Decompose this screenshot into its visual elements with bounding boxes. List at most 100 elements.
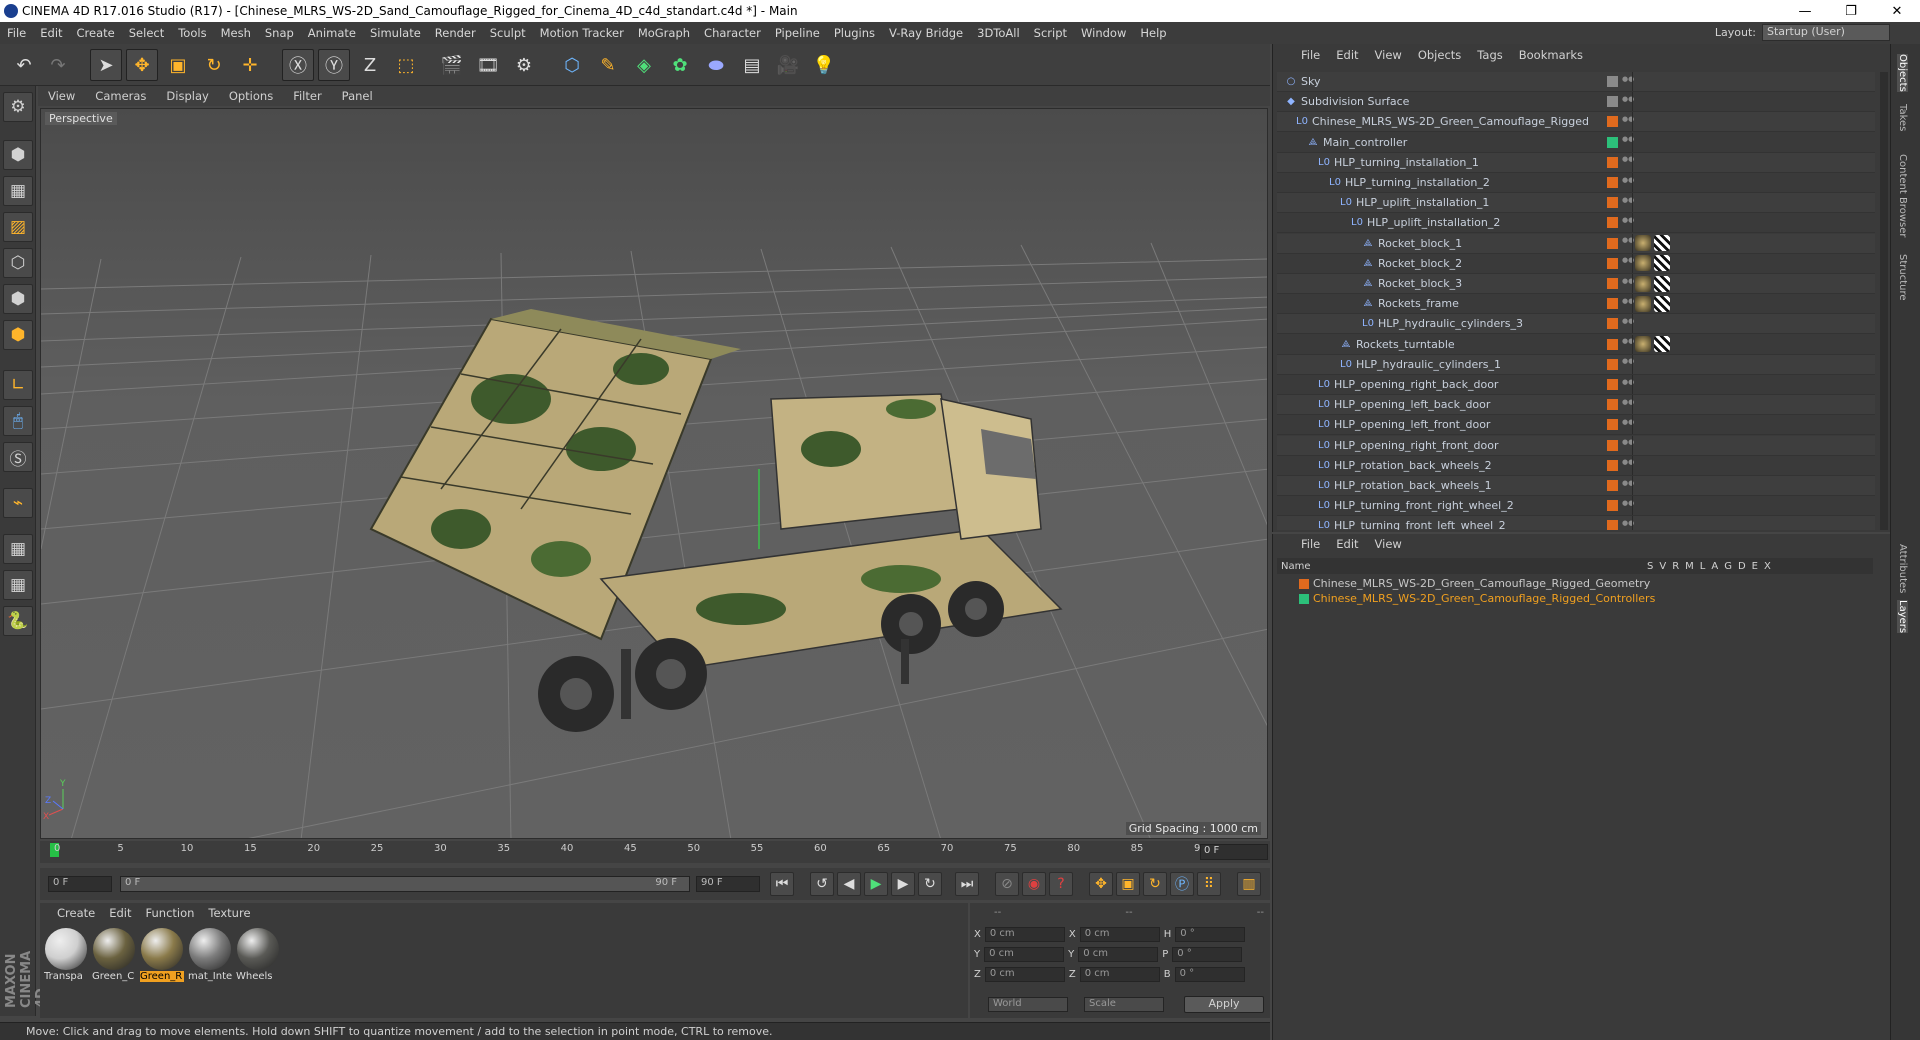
key-point-level-icon[interactable]: ⠿ [1197,872,1221,896]
pen-spline-icon[interactable]: ✎ [592,49,624,81]
timeline-window-icon[interactable]: ▥ [1237,872,1261,896]
layer-column-header[interactable]: V [1659,561,1666,572]
coordinate-system-dropdown[interactable]: World [988,997,1068,1012]
object-row[interactable]: L0 HLP_turning_front_right_wheel_2 ●● [1277,496,1875,517]
visibility-dots[interactable]: ●● [1622,459,1634,471]
material-swatch[interactable]: mat_Inte [188,927,232,985]
layer-color-swatch[interactable] [1299,593,1309,604]
layer-menu-view[interactable]: View [1367,537,1410,551]
layer-color-swatch[interactable] [1607,197,1618,209]
visibility-dots[interactable]: ●● [1622,358,1634,370]
menu-sculpt[interactable]: Sculpt [483,26,533,40]
menu-tools[interactable]: Tools [171,26,213,40]
object-row[interactable]: L0 HLP_turning_installation_1 ●● [1277,152,1875,173]
visibility-dots[interactable]: ●● [1622,75,1634,88]
apply-button[interactable]: Apply [1184,996,1264,1013]
menu-create[interactable]: Create [70,26,122,40]
material-tag-icon[interactable] [1635,255,1651,272]
layer-color-swatch[interactable] [1607,338,1618,350]
go-to-start-icon[interactable]: ⏮ [770,872,794,896]
layer-column-header[interactable]: S [1647,561,1653,572]
points-mode-icon[interactable]: ⬡ [3,248,33,278]
maximize-button[interactable]: ❐ [1828,0,1874,22]
next-frame-icon[interactable]: ▶ [891,872,915,896]
viewport-menu-panel[interactable]: Panel [332,89,383,103]
menu-help[interactable]: Help [1133,26,1173,40]
material-swatch[interactable]: Green_R [140,927,184,985]
perspective-viewport[interactable]: Y X Z Perspective Grid Spacing : 1000 cm [40,108,1268,839]
tab-layers[interactable]: Layers [1897,600,1908,634]
size-field[interactable]: 0 cm [1079,927,1160,942]
motion-record-icon[interactable]: ⊘ [995,872,1019,896]
visibility-dots[interactable]: ●● [1622,216,1634,229]
visibility-dots[interactable]: ●● [1622,519,1634,530]
object-row[interactable]: L0 HLP_hydraulic_cylinders_3 ●● [1277,314,1875,335]
menu-v-ray-bridge[interactable]: V-Ray Bridge [882,26,970,40]
visibility-dots[interactable]: ●● [1622,257,1634,269]
object-row[interactable]: L0 HLP_opening_left_back_door ●● [1277,395,1875,416]
frame-range-slider[interactable]: 0 F 90 F [120,876,690,892]
texture-tag-icon[interactable] [1654,235,1670,252]
object-row[interactable]: L0 HLP_turning_front_left_wheel_2 ●● [1277,516,1875,530]
layer-color-swatch[interactable] [1607,379,1618,390]
object-row[interactable]: ⟁ Rocket_block_2 ●● [1277,253,1875,274]
material-menu-texture[interactable]: Texture [201,906,257,920]
menu-simulate[interactable]: Simulate [363,26,428,40]
layer-column-header[interactable]: E [1752,561,1758,572]
z-axis-lock-icon[interactable]: Z [354,49,386,81]
magnet-icon[interactable]: ⌁ [3,488,33,518]
minimize-button[interactable]: — [1782,0,1828,22]
live-selection-icon[interactable]: ✛ [234,49,266,81]
menu-mograph[interactable]: MoGraph [631,26,697,40]
visibility-dots[interactable]: ●● [1622,95,1634,108]
light-icon[interactable]: 💡 [808,49,840,81]
render-view-icon[interactable]: 🎬 [436,49,468,81]
layout-dropdown[interactable]: Startup (User) [1762,24,1890,41]
workplane-mode-icon[interactable]: ▨ [3,212,33,242]
menu-window[interactable]: Window [1074,26,1133,40]
layer-color-swatch[interactable] [1299,578,1309,589]
object-row[interactable]: L0 HLP_rotation_back_wheels_1 ●● [1277,476,1875,496]
material-menu-function[interactable]: Function [139,906,202,920]
layer-color-swatch[interactable] [1607,76,1618,87]
tab-structure[interactable]: Structure [1897,254,1908,301]
python-icon[interactable]: 🐍 [3,606,33,636]
autokeying-icon[interactable]: ? [1049,872,1073,896]
tweak-mode-icon[interactable]: 🖱 [3,406,33,436]
viewport-menu-display[interactable]: Display [156,89,218,103]
object-row[interactable]: ⟁ Rocket_block_3 ●● [1277,274,1875,294]
layer-column-header[interactable]: M [1685,561,1694,572]
y-axis-lock-icon[interactable]: Ⓨ [318,49,350,81]
material-swatch[interactable]: Green_C [92,927,136,985]
snapping-icon[interactable]: Ⓢ [3,442,33,472]
move-tool-icon[interactable]: ✥ [126,49,158,81]
visibility-dots[interactable]: ●● [1622,176,1634,189]
layer-color-swatch[interactable] [1607,520,1618,530]
size-field[interactable]: 0 cm [1078,947,1159,962]
object-row[interactable]: L0 HLP_opening_right_front_door ●● [1277,435,1875,456]
layer-menu-edit[interactable]: Edit [1328,537,1366,551]
layer-column-header[interactable]: L [1700,561,1706,572]
tab-attributes[interactable]: Attributes [1897,544,1908,593]
menu-pipeline[interactable]: Pipeline [768,26,827,40]
rotation-field[interactable]: 0 ° [1174,967,1245,982]
texture-tag-icon[interactable] [1654,336,1670,353]
object-menu-bookmarks[interactable]: Bookmarks [1511,48,1591,62]
material-tag-icon[interactable] [1635,336,1651,353]
key-scale-icon[interactable]: ▣ [1116,872,1140,896]
viewport-menu-filter[interactable]: Filter [283,89,331,103]
object-row[interactable]: ⟁ Rocket_block_1 ●● [1277,233,1875,254]
object-row[interactable]: L0 HLP_rotation_back_wheels_2 ●● [1277,455,1875,476]
end-frame-field[interactable]: 90 F [696,876,760,892]
close-button[interactable]: ✕ [1874,0,1920,22]
size-mode-dropdown[interactable]: Scale [1084,997,1164,1012]
locked-workplane-icon[interactable]: ▦ [3,534,33,564]
viewport-menu-cameras[interactable]: Cameras [85,89,156,103]
visibility-dots[interactable]: ●● [1622,196,1634,209]
layer-color-swatch[interactable] [1607,480,1618,491]
rotation-field[interactable]: 0 ° [1172,947,1243,962]
material-menu-create[interactable]: Create [50,906,102,920]
layer-color-swatch[interactable] [1607,298,1618,310]
mlrs-truck-model[interactable] [369,309,1063,732]
menu-edit[interactable]: Edit [33,26,69,40]
